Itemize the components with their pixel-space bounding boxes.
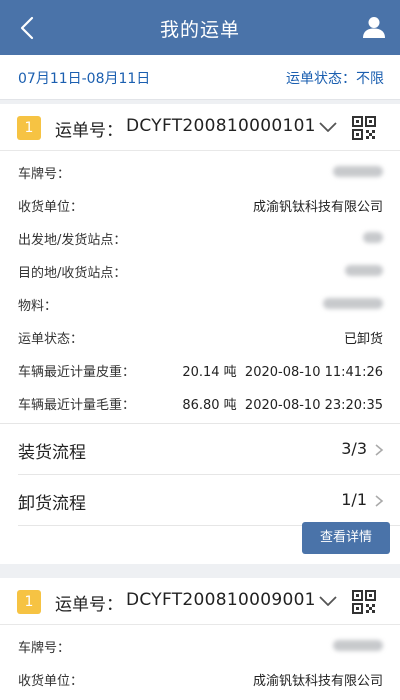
index-badge: 1 [17,116,41,140]
field-label: 物料： [18,299,58,314]
chevron-down-icon[interactable] [318,120,338,134]
order-number: DCYFT200810009001 [126,590,316,610]
order-card: 1 运单号： DCYFT200810009001 车牌号： 收货单位： 成渝钒钛… [0,578,400,700]
field-label: 收货单位： [18,200,84,215]
flow-progress: 3/3 [341,439,367,458]
chevron-right-icon [375,495,384,507]
field-gross-weight: 车辆最近计量毛重： 86.80 吨 2020-08-10 23:20:35 [0,386,400,419]
field-label: 运单状态： [18,332,84,347]
qr-code-icon[interactable] [352,116,376,140]
field-material: 物料： [0,287,400,320]
redacted-value [333,166,383,177]
flow-label: 卸货流程 [18,494,86,514]
field-label: 目的地/收货站点： [18,266,127,281]
status-filter[interactable]: 运单状态：不限 [286,68,384,88]
field-label: 车辆最近计量皮重： [18,365,136,380]
redacted-value [345,265,383,276]
view-details-button[interactable]: 查看详情 [302,522,390,554]
field-value: 86.80 吨 2020-08-10 23:20:35 [182,398,383,413]
order-number-label: 运单号： [55,595,123,615]
field-label: 出发地/发货站点： [18,233,127,248]
flow-progress: 1/1 [341,490,367,509]
field-receiver: 收货单位： 成渝钒钛科技有限公司 [0,188,400,221]
redacted-value [333,640,383,651]
user-icon[interactable] [362,15,386,39]
order-number: DCYFT200810000101 [126,116,316,136]
field-value: 20.14 吨 2020-08-10 11:41:26 [182,365,383,380]
order-card: 1 运单号： DCYFT200810000101 车牌号： 收货单位： 成渝钒钛… [0,104,400,564]
field-label: 车辆最近计量毛重： [18,398,136,413]
date-range-filter[interactable]: 07月11日-08月11日 [18,68,150,88]
field-status: 运单状态： 已卸货 [0,320,400,353]
field-plate: 车牌号： [0,629,400,662]
card-header: 1 运单号： DCYFT200810000101 [0,104,400,151]
redacted-value [363,232,383,243]
field-value: 成渝钒钛科技有限公司 [252,674,383,689]
page-title: 我的运单 [159,19,240,41]
unloading-flow-row[interactable]: 卸货流程 1/1 [0,475,400,525]
chevron-down-icon[interactable] [318,594,338,608]
field-tare-weight: 车辆最近计量皮重： 20.14 吨 2020-08-10 11:41:26 [0,353,400,386]
index-badge: 1 [17,590,41,614]
field-label: 车牌号： [18,167,71,182]
field-value: 已卸货 [343,332,383,347]
qr-code-icon[interactable] [352,590,376,614]
card-header: 1 运单号： DCYFT200810009001 [0,578,400,625]
redacted-value [323,298,383,309]
field-receiver: 收货单位： 成渝钒钛科技有限公司 [0,662,400,695]
field-origin: 出发地/发货站点： [0,221,400,254]
chevron-right-icon [375,444,384,456]
order-number-label: 运单号： [55,121,123,141]
field-value: 成渝钒钛科技有限公司 [252,200,383,215]
loading-flow-row[interactable]: 装货流程 3/3 [0,424,400,474]
filter-bar: 07月11日-08月11日 运单状态：不限 [0,55,400,100]
nav-bar: 我的运单 [0,0,400,55]
field-label: 车牌号： [18,641,71,656]
field-label: 收货单位： [18,674,84,689]
field-destination: 目的地/收货站点： [0,254,400,287]
flow-label: 装货流程 [18,443,86,463]
field-plate: 车牌号： [0,155,400,188]
